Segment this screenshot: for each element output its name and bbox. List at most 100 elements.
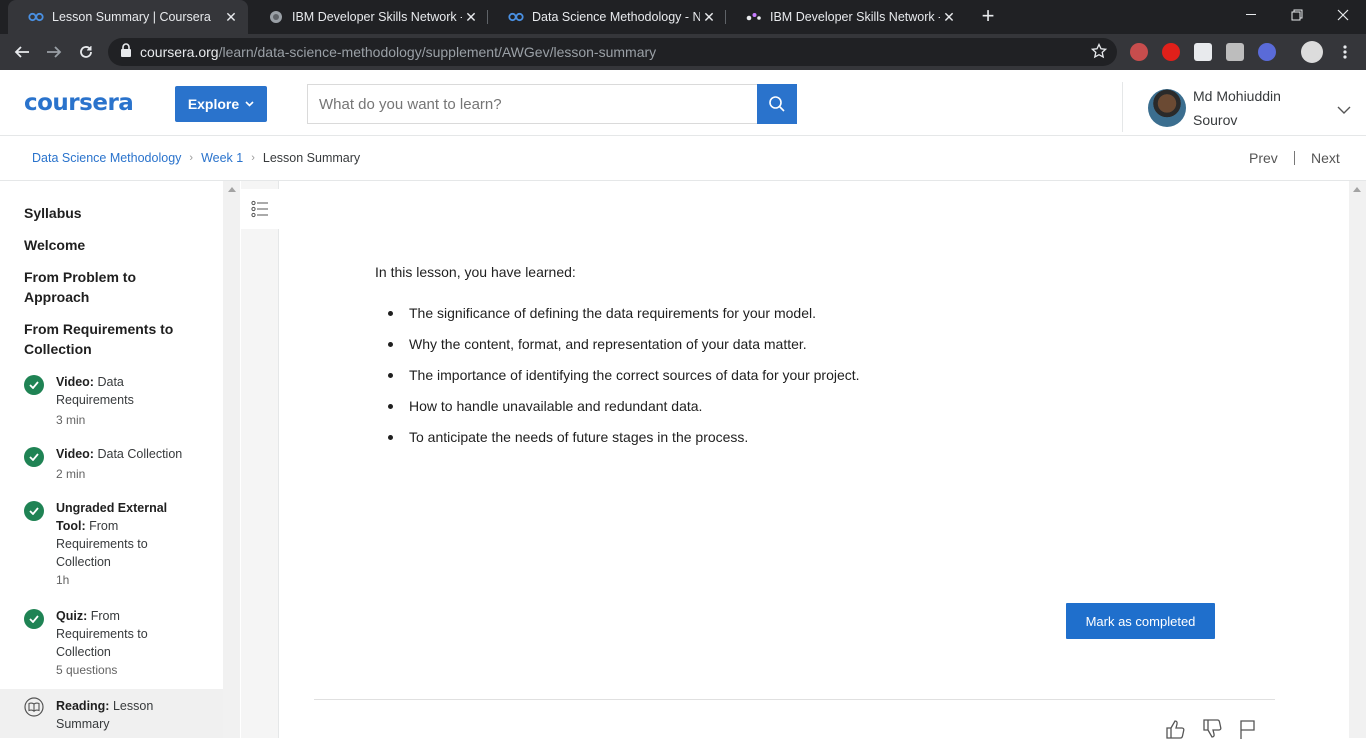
browser-menu-icon[interactable] bbox=[1333, 40, 1357, 64]
item-meta: 1h bbox=[56, 573, 70, 587]
sidebar-item-syllabus[interactable]: Syllabus bbox=[24, 203, 204, 223]
profile-avatar-icon[interactable] bbox=[1301, 41, 1323, 63]
coursera-icon bbox=[28, 9, 44, 25]
reload-icon[interactable] bbox=[74, 40, 98, 64]
search-input[interactable]: What do you want to learn? bbox=[307, 84, 757, 124]
breadcrumb-current: Lesson Summary bbox=[262, 151, 361, 165]
header-divider bbox=[1122, 82, 1123, 132]
item-title: Video: Data Collection bbox=[56, 445, 196, 463]
chevron-right-icon: › bbox=[189, 152, 194, 164]
tab-title: IBM Developer Skills Network - L bbox=[770, 10, 940, 24]
explore-button[interactable]: Explore bbox=[175, 86, 267, 122]
chevron-right-icon: › bbox=[251, 152, 255, 164]
close-window-icon[interactable] bbox=[1320, 0, 1366, 30]
avatar[interactable] bbox=[1148, 89, 1186, 127]
item-type: Video: bbox=[56, 375, 94, 389]
item-type: Quiz: bbox=[56, 609, 88, 623]
next-button[interactable]: Next bbox=[1311, 150, 1340, 166]
sidebar-item-welcome[interactable]: Welcome bbox=[24, 235, 204, 255]
tab-close-icon[interactable]: ✕ bbox=[462, 8, 480, 26]
bullet-item: How to handle unavailable and redundant … bbox=[375, 396, 860, 427]
shield-extension-icon[interactable] bbox=[1130, 43, 1148, 61]
url-domain: coursera.org bbox=[140, 44, 219, 60]
toc-toggle-button[interactable] bbox=[241, 189, 279, 229]
block-extension-icon[interactable] bbox=[1258, 43, 1276, 61]
tab-title: IBM Developer Skills Network - L bbox=[292, 10, 462, 24]
site-header: coursera Explore What do you want to lea… bbox=[0, 70, 1366, 136]
tab-close-icon[interactable]: ✕ bbox=[222, 8, 240, 26]
tab-title: Data Science Methodology - Not bbox=[532, 10, 700, 24]
thumbs-up-icon[interactable] bbox=[1165, 718, 1187, 740]
breadcrumb-bar: Data Science Methodology › Week 1 › Less… bbox=[0, 136, 1366, 181]
stop-extension-icon[interactable] bbox=[1162, 43, 1180, 61]
bookmark-star-icon[interactable] bbox=[1090, 42, 1108, 64]
list-item[interactable]: Ungraded External Tool: From Requirement… bbox=[24, 499, 214, 593]
list-item-current[interactable]: Reading: Lesson Summary bbox=[0, 689, 223, 738]
coursera-logo[interactable]: coursera bbox=[24, 90, 134, 116]
url-path: /learn/data-science-methodology/suppleme… bbox=[218, 44, 657, 60]
tab-close-icon[interactable]: ✕ bbox=[940, 8, 958, 26]
sidebar-item-problem-to-approach[interactable]: From Problem to Approach bbox=[24, 267, 184, 307]
thumbs-down-icon[interactable] bbox=[1202, 718, 1224, 740]
item-title: Video: Data Requirements bbox=[56, 373, 196, 409]
chevron-down-icon bbox=[245, 101, 254, 107]
content-divider bbox=[314, 699, 1275, 700]
tab-close-icon[interactable]: ✕ bbox=[700, 8, 718, 26]
prev-button[interactable]: Prev bbox=[1249, 150, 1278, 166]
breadcrumb: Data Science Methodology › Week 1 › Less… bbox=[32, 151, 360, 165]
lesson-bullets: The significance of defining the data re… bbox=[375, 303, 860, 458]
browser-tab-bar: Lesson Summary | Coursera ✕ IBM Develope… bbox=[0, 0, 1366, 34]
globe-icon bbox=[268, 9, 284, 25]
search-button[interactable] bbox=[757, 84, 797, 124]
list-item[interactable]: Quiz: From Requirements to Collection 5 … bbox=[24, 607, 214, 683]
breadcrumb-week[interactable]: Week 1 bbox=[201, 151, 243, 165]
list-item[interactable]: Video: Data Requirements 3 min bbox=[24, 373, 214, 433]
lesson-intro: In this lesson, you have learned: bbox=[375, 264, 576, 280]
bullet-item: The significance of defining the data re… bbox=[375, 303, 860, 334]
dots-icon bbox=[746, 9, 762, 25]
scroll-up-icon[interactable] bbox=[228, 187, 236, 192]
chevron-down-icon[interactable] bbox=[1337, 101, 1351, 119]
breadcrumb-course[interactable]: Data Science Methodology bbox=[32, 151, 181, 165]
url-text: coursera.org/learn/data-science-methodol… bbox=[140, 44, 656, 60]
minimize-icon[interactable] bbox=[1228, 0, 1274, 30]
tab-title: Lesson Summary | Coursera bbox=[52, 10, 211, 24]
check-icon bbox=[24, 609, 44, 629]
browser-toolbar: coursera.org/learn/data-science-methodol… bbox=[0, 34, 1366, 70]
restore-icon[interactable] bbox=[1274, 0, 1320, 30]
content-scrollbar[interactable] bbox=[1349, 181, 1366, 738]
mark-as-completed-button[interactable]: Mark as completed bbox=[1066, 603, 1215, 639]
item-name: Data Collection bbox=[97, 447, 183, 461]
forward-icon[interactable] bbox=[42, 40, 66, 64]
bullet-item: To anticipate the needs of future stages… bbox=[375, 427, 860, 458]
item-type: Video: bbox=[56, 447, 94, 461]
item-type: Reading: bbox=[56, 699, 110, 713]
camera-extension-icon[interactable] bbox=[1226, 43, 1244, 61]
item-meta: 5 questions bbox=[56, 663, 118, 677]
check-icon bbox=[24, 501, 44, 521]
bullet-item: The importance of identifying the correc… bbox=[375, 365, 860, 396]
new-tab-button[interactable]: + bbox=[977, 5, 999, 28]
explore-label: Explore bbox=[187, 96, 240, 112]
back-icon[interactable] bbox=[10, 40, 34, 64]
toc-column bbox=[241, 181, 279, 738]
user-name[interactable]: Md Mohiuddin Sourov bbox=[1193, 84, 1303, 132]
browser-tab[interactable]: IBM Developer Skills Network - L ✕ bbox=[726, 0, 966, 34]
lock-icon bbox=[120, 42, 132, 62]
coursera-icon bbox=[508, 9, 524, 25]
sidebar-item-requirements-to-collection[interactable]: From Requirements to Collection bbox=[24, 319, 204, 359]
check-icon bbox=[24, 447, 44, 467]
document-extension-icon[interactable] bbox=[1194, 43, 1212, 61]
scroll-up-icon[interactable] bbox=[1353, 187, 1361, 192]
item-title: Quiz: From Requirements to Collection bbox=[56, 607, 196, 661]
sidebar-scrollbar[interactable] bbox=[223, 181, 240, 738]
list-item[interactable]: Video: Data Collection 2 min bbox=[24, 445, 214, 491]
address-bar[interactable]: coursera.org/learn/data-science-methodol… bbox=[108, 38, 1117, 66]
browser-tab[interactable]: IBM Developer Skills Network - L ✕ bbox=[248, 0, 488, 34]
flag-icon[interactable] bbox=[1237, 718, 1259, 740]
browser-tab-active[interactable]: Lesson Summary | Coursera ✕ bbox=[8, 0, 248, 34]
item-meta: 2 min bbox=[56, 467, 86, 481]
lesson-content: In this lesson, you have learned: The si… bbox=[280, 181, 1349, 740]
browser-tab[interactable]: Data Science Methodology - Not ✕ bbox=[488, 0, 726, 34]
item-title: Ungraded External Tool: From Requirement… bbox=[56, 499, 196, 571]
